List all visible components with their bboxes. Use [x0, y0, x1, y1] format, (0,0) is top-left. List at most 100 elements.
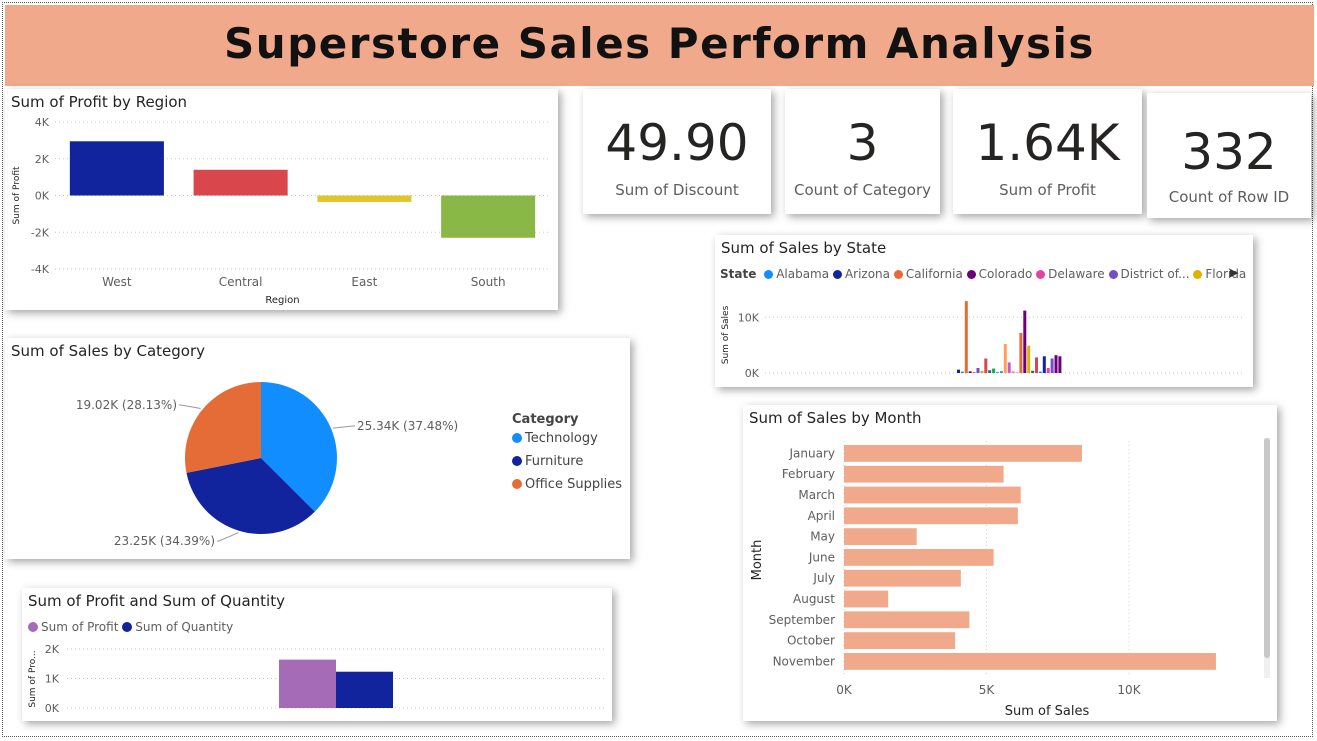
y-tick-label: June: [808, 550, 835, 564]
y-tick-label: July: [812, 571, 835, 585]
bar-month: [844, 549, 994, 566]
dashboard-title: Superstore Sales Perform Analysis: [224, 19, 1095, 68]
y-tick-label: September: [769, 613, 835, 627]
bar-state: [1054, 355, 1058, 373]
bar-state: [968, 371, 972, 373]
legend-swatch: [512, 479, 522, 489]
bar-state: [1050, 358, 1054, 373]
kpi-label: Count of Row ID: [1168, 188, 1290, 206]
pie-data-label: 25.34K (37.48%): [357, 419, 458, 433]
bar-month: [844, 528, 917, 545]
kpi-card-category-count[interactable]: 3 Count of Category: [785, 89, 940, 214]
bar-month: [844, 486, 1021, 504]
bar-state: [988, 370, 992, 373]
sales-by-month-chart: 0K 5K 10K January February March April May June J…: [750, 441, 1216, 719]
kpi-label: Sum of Discount: [615, 181, 739, 199]
legend-title: Category: [512, 412, 579, 427]
vertical-scrollbar[interactable]: [1264, 438, 1270, 678]
bar-month: [844, 507, 1018, 525]
y-tick-label: 0K: [745, 367, 760, 380]
bar-state: [960, 371, 964, 373]
y-tick-label: 4K: [35, 116, 50, 129]
bar-state: [999, 371, 1003, 373]
legend-item-office-supplies[interactable]: Office Supplies: [512, 477, 622, 492]
y-axis-label: Sum of Profit: [12, 166, 22, 225]
bar-state: [1007, 362, 1011, 373]
legend-item-furniture[interactable]: Furniture: [512, 454, 622, 469]
profit-quantity-chart: 2K 1K 0K Sum of Pro...: [28, 643, 607, 715]
bar-state: [992, 368, 996, 373]
bar-east: [317, 195, 412, 202]
bar-state: [1015, 372, 1019, 373]
sales-by-state-card[interactable]: Sum of Sales by State State Alabama Ariz…: [715, 235, 1253, 387]
kpi-label: Count of Category: [793, 181, 932, 199]
x-tick-label: East: [351, 275, 377, 289]
y-tick-label: 0K: [35, 190, 50, 203]
x-tick-label: West: [102, 275, 132, 289]
bar-state: [976, 367, 980, 373]
kpi-card-profit[interactable]: 1.64K Sum of Profit: [953, 89, 1142, 214]
bar-sum-of-quantity: [336, 671, 393, 708]
y-tick-label: April: [808, 509, 835, 523]
bar-state: [1035, 357, 1038, 373]
x-tick-label: 0K: [836, 683, 853, 697]
x-tick-label: Central: [219, 275, 263, 289]
kpi-value: 3: [846, 114, 879, 172]
x-tick-label: 5K: [979, 683, 996, 697]
bar-central: [193, 169, 288, 196]
pie-data-label: 23.25K (34.39%): [114, 534, 215, 548]
kpi-label: Sum of Profit: [999, 181, 1096, 199]
bar-state: [957, 369, 960, 373]
bar-state: [1019, 332, 1023, 373]
sales-by-category-card[interactable]: Sum of Sales by Category 25.34K (37.48%)…: [5, 338, 630, 559]
y-axis-label: Month: [750, 540, 765, 581]
bar-state: [1042, 356, 1046, 373]
profit-and-quantity-card[interactable]: Sum of Profit and Sum of Quantity Sum of…: [22, 588, 612, 721]
profit-by-region-chart: 4K 2K 0K -2K -4K West Central East South Region Su…: [12, 116, 550, 306]
bar-south: [441, 195, 536, 238]
bar-month: [844, 569, 961, 587]
pie-data-label: 19.02K (28.13%): [76, 398, 177, 412]
sales-by-month-card[interactable]: Sum of Sales by Month 0K 5K 10K January Febr…: [743, 405, 1277, 721]
kpi-card-discount[interactable]: 49.90 Sum of Discount: [583, 89, 771, 214]
kpi-card-row-count[interactable]: 332 Count of Row ID: [1147, 93, 1311, 218]
legend-label: Technology: [525, 431, 598, 446]
y-tick-label: 2K: [35, 153, 50, 166]
x-tick-label: 10K: [1117, 683, 1141, 697]
sales-by-state-chart: 10K 0K Sum of Sales: [721, 301, 1245, 380]
bar-state: [996, 371, 999, 373]
profit-by-region-card[interactable]: Sum of Profit by Region 4K 2K 0K -2K -4K West…: [5, 89, 558, 310]
leader-line: [217, 532, 239, 542]
bar-state: [1011, 371, 1015, 373]
x-axis-label: Sum of Sales: [1005, 704, 1090, 719]
y-tick-label: -4K: [31, 263, 50, 276]
bar-state: [972, 372, 976, 373]
legend-swatch: [512, 456, 522, 466]
y-tick-label: 1K: [45, 673, 60, 686]
legend-label: Furniture: [525, 454, 584, 469]
category-legend[interactable]: Category Technology Furniture Office Sup…: [512, 412, 622, 492]
y-tick-label: -2K: [31, 226, 50, 239]
bar-month: [844, 611, 970, 629]
kpi-value: 1.64K: [975, 114, 1120, 172]
y-tick-label: November: [773, 654, 835, 668]
bar-month: [844, 445, 1082, 462]
bar-state: [964, 301, 968, 373]
bar-state: [984, 358, 988, 373]
y-tick-label: 10K: [738, 311, 760, 324]
y-tick-label: May: [810, 530, 835, 544]
bar-state: [1003, 344, 1007, 373]
bar-month: [844, 632, 956, 649]
bar-state: [1038, 371, 1042, 373]
bar-state: [1023, 310, 1027, 373]
x-tick-label: South: [471, 275, 506, 289]
y-axis-label: Sum of Pro...: [28, 650, 38, 707]
bar-state: [1058, 356, 1062, 373]
y-tick-label: August: [793, 592, 835, 606]
scrollbar-thumb[interactable]: [1264, 438, 1270, 658]
bar-sum-of-profit: [279, 659, 336, 708]
bar-month: [844, 590, 889, 608]
legend-item-technology[interactable]: Technology: [512, 431, 622, 446]
kpi-value: 49.90: [605, 114, 749, 172]
legend-label: Office Supplies: [525, 477, 623, 492]
